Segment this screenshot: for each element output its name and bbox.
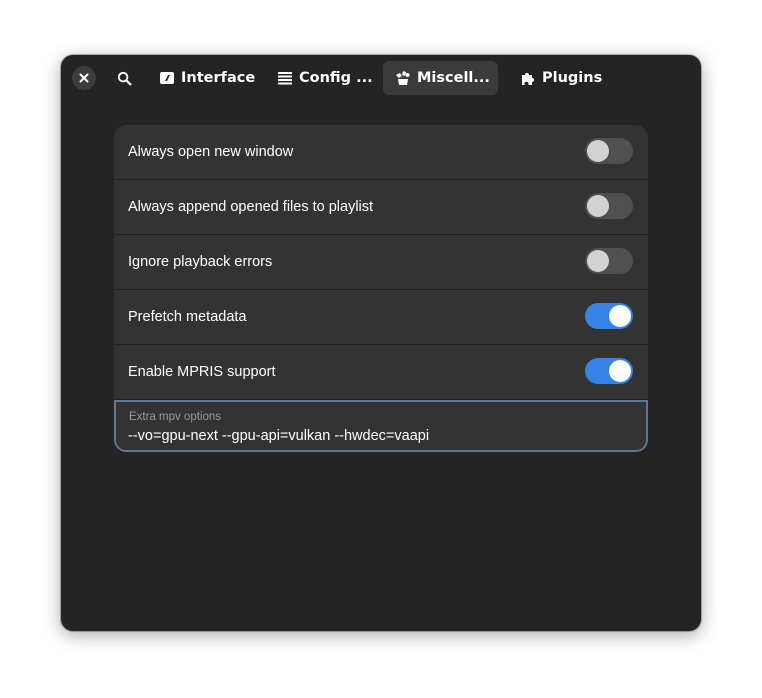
tab-label: Miscell...	[417, 70, 490, 86]
interface-icon	[159, 70, 175, 86]
search-icon	[117, 71, 131, 85]
setting-row-ignore-playback-errors: Ignore playback errors	[114, 235, 648, 290]
extra-mpv-options-input[interactable]	[128, 428, 628, 444]
switch-knob	[587, 195, 609, 217]
setting-label: Prefetch metadata	[128, 309, 247, 325]
switch-knob	[609, 360, 631, 382]
switch-knob	[587, 250, 609, 272]
enable-mpris-switch[interactable]	[585, 358, 633, 384]
header-bar: Interface Config ... Miscell... Plugins	[61, 55, 701, 101]
preferences-window: Interface Config ... Miscell... Plugins …	[61, 55, 701, 631]
setting-row-always-append-to-playlist: Always append opened files to playlist	[114, 180, 648, 235]
ignore-playback-errors-switch[interactable]	[585, 248, 633, 274]
list-icon	[277, 70, 293, 86]
setting-row-always-open-new-window: Always open new window	[114, 125, 648, 180]
close-icon	[79, 73, 89, 83]
extra-mpv-options-row[interactable]: Extra mpv options	[114, 400, 648, 452]
setting-row-enable-mpris: Enable MPRIS support	[114, 345, 648, 400]
tab-label: Config ...	[299, 70, 373, 86]
always-append-to-playlist-switch[interactable]	[585, 193, 633, 219]
extra-mpv-options-title: Extra mpv options	[129, 411, 222, 423]
tab-interface[interactable]: Interface	[147, 61, 255, 95]
setting-label: Ignore playback errors	[128, 254, 273, 270]
tab-plugins[interactable]: Plugins	[508, 61, 608, 95]
setting-label: Enable MPRIS support	[128, 364, 276, 380]
misc-icon	[395, 70, 411, 86]
setting-label: Always open new window	[128, 144, 294, 160]
puzzle-icon	[520, 70, 536, 86]
tab-miscellaneous[interactable]: Miscell...	[383, 61, 498, 95]
settings-list: Always open new window Always append ope…	[114, 125, 648, 452]
switch-knob	[587, 140, 609, 162]
setting-row-prefetch-metadata: Prefetch metadata	[114, 290, 648, 345]
tab-label: Plugins	[542, 70, 603, 86]
tab-label: Interface	[181, 70, 256, 86]
search-button[interactable]	[112, 66, 136, 90]
close-button[interactable]	[72, 66, 96, 90]
setting-label: Always append opened files to playlist	[128, 199, 374, 215]
always-open-new-window-switch[interactable]	[585, 138, 633, 164]
tab-config[interactable]: Config ...	[265, 61, 373, 95]
prefetch-metadata-switch[interactable]	[585, 303, 633, 329]
switch-knob	[609, 305, 631, 327]
